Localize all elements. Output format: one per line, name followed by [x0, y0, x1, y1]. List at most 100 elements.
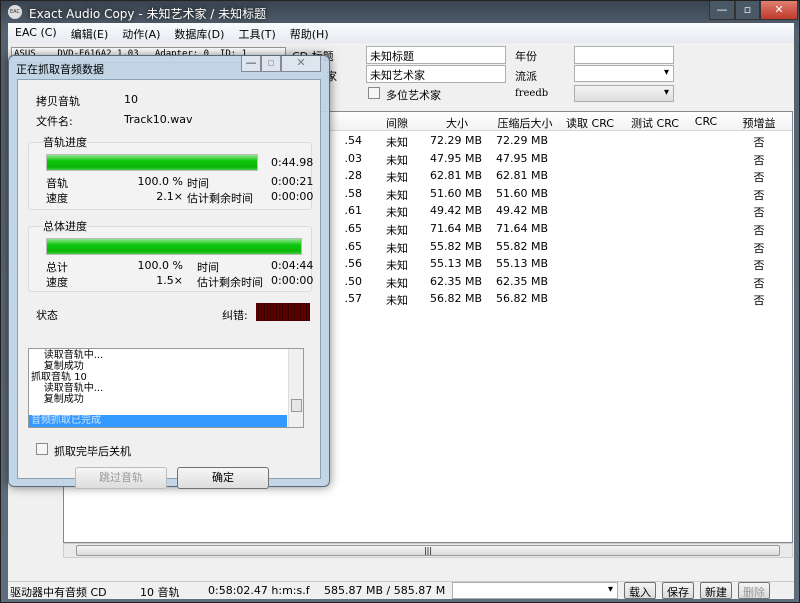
- cell-gap: 未知: [386, 136, 408, 149]
- scrollbar-thumb[interactable]: |||: [76, 545, 780, 556]
- dialog-title: 正在抓取音频数据: [16, 63, 104, 76]
- load-button[interactable]: 载入: [624, 582, 656, 599]
- minimize-button[interactable]: —: [709, 1, 735, 20]
- col-size[interactable]: 大小: [422, 115, 492, 131]
- cell-size: 55.82 MB: [429, 239, 482, 253]
- menu-eac[interactable]: EAC (C): [8, 23, 64, 43]
- genre-label: 流派: [515, 70, 537, 83]
- log-line: 抓取音轨 10: [31, 372, 87, 383]
- cell-gap: 未知: [386, 276, 408, 290]
- log-scrollbar[interactable]: [288, 349, 303, 427]
- cell-pregain: 否: [753, 188, 765, 202]
- copy-track-label: 拷贝音轨: [36, 95, 80, 108]
- horizontal-scrollbar[interactable]: |||: [63, 543, 793, 558]
- cell-pregain: 否: [753, 136, 765, 149]
- cell-pregain: 否: [753, 224, 765, 237]
- cell-compressed-size: 62.35 MB: [495, 274, 548, 288]
- error-correction-indicator: [256, 303, 310, 321]
- log-selected-item[interactable]: 音频抓取已完成: [29, 415, 287, 427]
- save-button[interactable]: 保存: [662, 582, 694, 599]
- profile-select[interactable]: [452, 582, 618, 599]
- col-crc[interactable]: CRC: [688, 115, 724, 128]
- menu-edit[interactable]: 编辑(E): [64, 23, 116, 43]
- track-progress-group: 音轨进度 0:44.98 音轨 100.0 % 时间 0:00:21 速度 2.…: [28, 134, 314, 210]
- cell-size: 47.95 MB: [429, 151, 482, 165]
- freedb-select[interactable]: [574, 85, 674, 102]
- multi-artist-checkbox[interactable]: [368, 87, 380, 99]
- track-percent: 100.0 %: [137, 175, 183, 188]
- log-line: 读取音轨中...: [31, 383, 104, 394]
- log-line: 复制成功: [31, 361, 84, 372]
- cell-compressed-size: 72.29 MB: [495, 134, 548, 147]
- total-speed-label: 速度: [46, 276, 68, 289]
- year-label: 年份: [515, 50, 537, 63]
- col-compressed-size[interactable]: 压缩后大小: [492, 115, 558, 131]
- total-progress-title: 总体进度: [43, 218, 87, 234]
- state-label: 状态: [36, 309, 58, 322]
- col-pregain[interactable]: 预增益: [724, 115, 792, 131]
- total-progress-bar: [46, 238, 302, 255]
- total-remain-label: 估计剩余时间: [197, 276, 263, 289]
- menu-action[interactable]: 动作(A): [115, 23, 167, 43]
- close-button[interactable]: ✕: [760, 1, 798, 20]
- log-scrollbar-thumb[interactable]: [291, 399, 302, 412]
- status-log[interactable]: 读取音轨中... 复制成功 抓取音轨 10 读取音轨中... 复制成功 音频抓取已…: [28, 348, 304, 428]
- cell-gap: 未知: [386, 294, 408, 308]
- menu-database[interactable]: 数据库(D): [167, 23, 231, 43]
- total-label: 总计: [46, 261, 68, 274]
- track-progress-fill: [47, 155, 257, 170]
- genre-select[interactable]: [574, 65, 674, 82]
- filename-value: Track10.wav: [124, 113, 193, 126]
- cd-artist-input[interactable]: 未知艺术家: [366, 65, 506, 83]
- total-progress-group: 总体进度 总计 100.0 % 时间 0:04:44 速度 1.5× 估计剩余时…: [28, 218, 313, 292]
- cell-size: 49.42 MB: [429, 204, 482, 218]
- menu-tools[interactable]: 工具(T): [231, 23, 282, 43]
- delete-button[interactable]: 删除: [738, 582, 770, 599]
- total-percent: 100.0 %: [137, 259, 183, 272]
- track-progress-bar: [46, 154, 258, 171]
- total-speed: 1.5×: [156, 274, 183, 287]
- filename-label: 文件名:: [36, 115, 73, 128]
- track-time: 0:00:21: [271, 175, 314, 188]
- shutdown-checkbox[interactable]: [36, 443, 48, 455]
- maximize-button[interactable]: ▫: [735, 1, 760, 20]
- cell-gap: 未知: [386, 188, 408, 202]
- skip-track-button[interactable]: 跳过音轨: [75, 467, 167, 489]
- eac-app-icon: EAC: [8, 5, 22, 19]
- freedb-label: freedb: [515, 88, 549, 99]
- title-bar: EAC Exact Audio Copy - 未知艺术家 / 未知标题 — ▫ …: [1, 1, 800, 23]
- dialog-minimize-button[interactable]: —: [241, 56, 261, 72]
- cell-compressed-size: 49.42 MB: [495, 204, 548, 218]
- cell-size: 56.82 MB: [429, 292, 482, 306]
- dialog-maximize-button[interactable]: ▫: [261, 56, 281, 72]
- cell-pregain: 否: [753, 259, 765, 273]
- log-line: 复制成功: [31, 394, 84, 405]
- total-size: 585.87 MB / 585.87 M: [324, 584, 446, 597]
- ripping-dialog: 正在抓取音频数据 — ▫ ✕ 拷贝音轨 10 文件名: Track10.wav …: [8, 55, 330, 489]
- new-button[interactable]: 新建: [700, 582, 732, 599]
- menu-help[interactable]: 帮助(H): [283, 23, 336, 43]
- cell-gap: 未知: [386, 171, 408, 185]
- cell-size: 72.29 MB: [429, 134, 482, 147]
- track-remain-label: 估计剩余时间: [187, 192, 253, 205]
- cell-gap: 未知: [386, 259, 408, 273]
- cell-compressed-size: 56.82 MB: [495, 292, 548, 306]
- year-input[interactable]: [574, 46, 674, 64]
- col-read-crc[interactable]: 读取 CRC: [558, 115, 622, 131]
- track-remain: 0:00:00: [271, 190, 314, 203]
- dialog-close-button[interactable]: ✕: [281, 56, 321, 72]
- track-length: 0:44.98: [271, 156, 314, 169]
- cell-size: 62.81 MB: [429, 169, 482, 183]
- cell-gap: 未知: [386, 224, 408, 237]
- cell-compressed-size: 55.82 MB: [495, 239, 548, 253]
- cell-pregain: 否: [753, 153, 765, 167]
- log-line: 读取音轨中...: [31, 350, 104, 361]
- cd-title-input[interactable]: 未知标题: [366, 46, 506, 64]
- col-gap[interactable]: 间隙: [372, 115, 422, 131]
- track-speed-label: 速度: [46, 192, 68, 205]
- col-test-crc[interactable]: 测试 CRC: [622, 115, 688, 131]
- cell-compressed-size: 71.64 MB: [495, 222, 548, 235]
- ok-button[interactable]: 确定: [177, 467, 269, 489]
- track-progress-title: 音轨进度: [43, 134, 87, 150]
- cell-size: 55.13 MB: [429, 257, 482, 271]
